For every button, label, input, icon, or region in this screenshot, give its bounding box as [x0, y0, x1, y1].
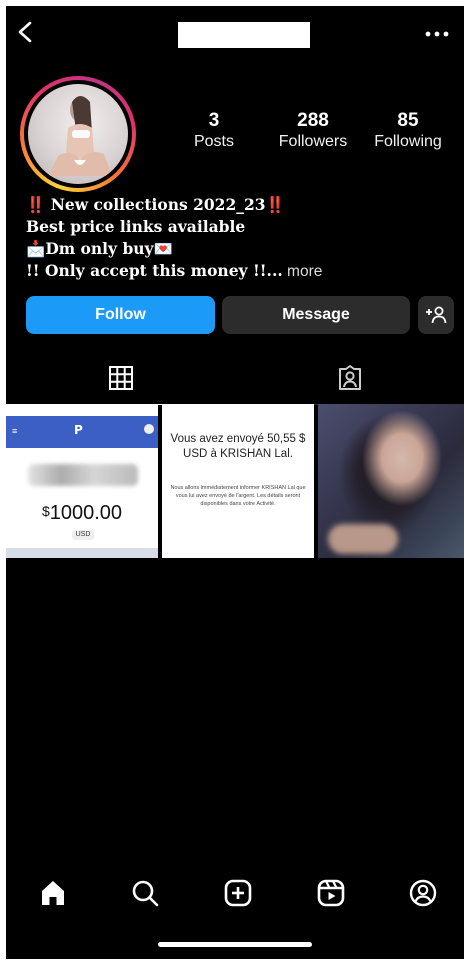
- nav-profile[interactable]: [378, 868, 464, 918]
- post-thumbnail-payment-receipt[interactable]: ≡ P $1000.00 USD: [6, 404, 158, 558]
- followers-count-value: 288: [297, 110, 329, 131]
- following-count-value: 85: [397, 110, 419, 131]
- following-count[interactable]: 85 Following: [368, 110, 448, 152]
- transfer-confirmation-title: Vous avez envoyé 50,55 $ USD à KRISHAN L…: [170, 433, 306, 460]
- currency-badge: USD: [72, 530, 94, 540]
- bio-more-link[interactable]: more: [283, 263, 322, 280]
- post-thumbnail-transfer-confirmation[interactable]: Vous avez envoyé 50,55 $ USD à KRISHAN L…: [162, 404, 314, 558]
- profile-bio: ‼️ New collections 2022_23‼️ Best price …: [26, 194, 446, 283]
- followers-count[interactable]: 288 Followers: [270, 110, 356, 152]
- post-thumbnail-photo[interactable]: [318, 404, 464, 558]
- add-user-button[interactable]: [418, 296, 454, 334]
- bio-line-4-text: !! Only accept this money !!...: [26, 261, 283, 280]
- chevron-left-icon[interactable]: [14, 20, 38, 44]
- posts-count-label: Posts: [193, 133, 234, 150]
- bio-line-2: Best price links available: [26, 217, 246, 236]
- love-letter-icon: 💌: [153, 239, 173, 258]
- envelope-icon: 📩: [26, 239, 46, 258]
- following-count-label: Following: [374, 133, 442, 150]
- paypal-logo-icon: P: [74, 423, 83, 437]
- add-person-icon: [426, 306, 447, 324]
- payment-amount: $1000.00: [6, 502, 158, 525]
- phone-screen: 3 Posts 288 Followers 85 Following ‼️ Ne…: [6, 6, 464, 959]
- menu-icon: ≡: [12, 426, 18, 436]
- followers-count-label: Followers: [278, 133, 348, 150]
- home-indicator[interactable]: [158, 942, 312, 947]
- search-icon: [132, 880, 159, 907]
- posts-count[interactable]: 3 Posts: [186, 110, 242, 152]
- create-post-icon: [224, 879, 252, 907]
- transfer-confirmation-body: Nous allons immédiatement informer KRISH…: [170, 485, 306, 507]
- tagged-person-icon: [338, 365, 361, 390]
- home-icon: [42, 881, 64, 905]
- username-redacted: [178, 22, 310, 48]
- nav-create[interactable]: [193, 868, 283, 918]
- bio-line-1: ‼️ New collections 2022_23‼️: [26, 194, 446, 216]
- posts-count-value: 3: [208, 110, 220, 131]
- message-button[interactable]: Message: [222, 296, 410, 334]
- avatar-image: [28, 84, 128, 184]
- nav-home[interactable]: [8, 868, 98, 918]
- follow-button[interactable]: Follow: [26, 296, 215, 334]
- tab-posts-grid[interactable]: [6, 352, 235, 405]
- notification-bell-icon: [144, 424, 154, 434]
- grid-icon: [108, 366, 133, 390]
- amount-currency-symbol: $: [41, 503, 50, 519]
- bio-line-1-text: New collections 2022_23: [45, 195, 266, 214]
- double-exclamation-icon: ‼️: [26, 196, 46, 214]
- nav-search[interactable]: [100, 868, 190, 918]
- profile-icon: [409, 879, 437, 907]
- double-exclamation-icon: ‼️: [265, 196, 285, 214]
- bio-line-3-text: Dm only buy: [45, 239, 154, 258]
- nav-reels[interactable]: [286, 868, 376, 918]
- bio-line-4: !! Only accept this money !!... more: [26, 260, 446, 283]
- ellipsis-horizontal-icon[interactable]: [424, 30, 450, 38]
- blurred-recipient: [28, 464, 138, 486]
- bio-line-3: 📩Dm only buy💌: [26, 238, 446, 260]
- reels-icon: [317, 879, 345, 907]
- avatar[interactable]: [20, 76, 136, 192]
- amount-value: 1000.00: [49, 502, 123, 524]
- tab-tagged[interactable]: [235, 352, 464, 405]
